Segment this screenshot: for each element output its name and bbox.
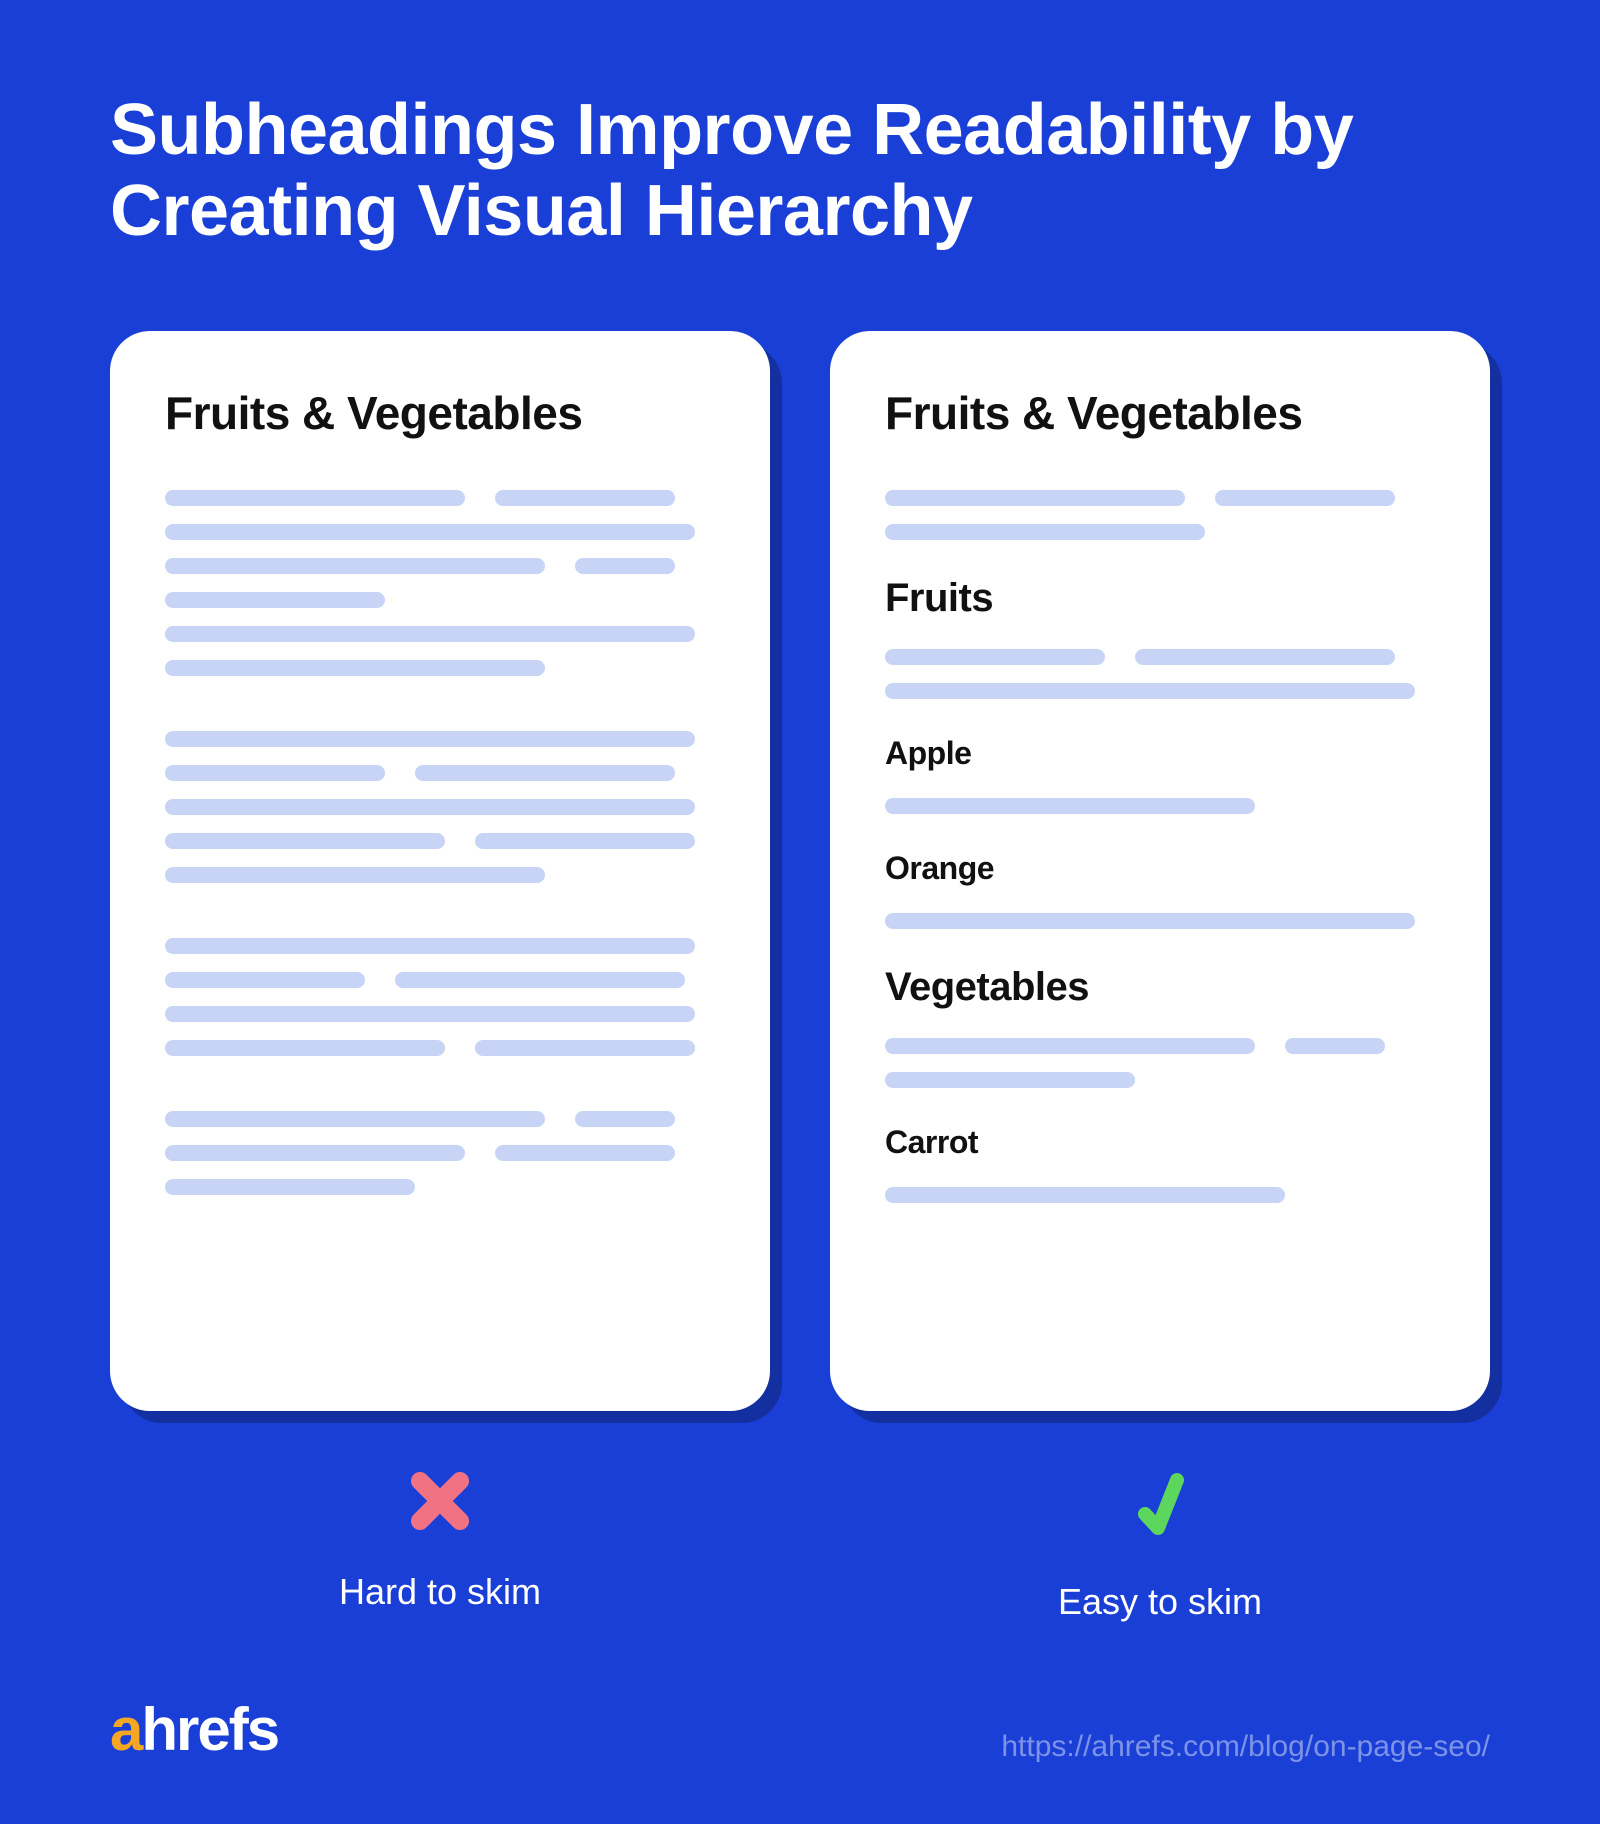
cards-row: Fruits & Vegetables	[110, 331, 1490, 1411]
cross-icon	[405, 1466, 475, 1541]
check-icon	[1125, 1466, 1195, 1551]
subheading-carrot: Carrot	[885, 1124, 1435, 1161]
text-placeholder-block	[165, 938, 715, 1056]
section-fruits: Fruits	[885, 576, 1435, 699]
card-hard-to-skim: Fruits & Vegetables	[110, 331, 770, 1411]
indicator-right: Easy to skim	[830, 1466, 1490, 1623]
card-easy-to-skim: Fruits & Vegetables Fruits Apple Orange …	[830, 331, 1490, 1411]
page-title: Subheadings Improve Readability by Creat…	[110, 90, 1490, 251]
text-placeholder-block	[165, 1111, 715, 1195]
card-title-right: Fruits & Vegetables	[885, 386, 1435, 440]
indicator-row: Hard to skim Easy to skim	[110, 1466, 1490, 1623]
section-apple: Apple	[885, 735, 1435, 814]
logo-rest: hrefs	[141, 1695, 278, 1764]
ahrefs-logo: ahrefs	[110, 1695, 278, 1764]
section-carrot: Carrot	[885, 1124, 1435, 1203]
subheading-vegetables: Vegetables	[885, 965, 1435, 1010]
intro-placeholder	[885, 490, 1435, 540]
indicator-label-left: Hard to skim	[110, 1571, 770, 1613]
subheading-orange: Orange	[885, 850, 1435, 887]
footer: ahrefs https://ahrefs.com/blog/on-page-s…	[110, 1695, 1490, 1764]
card-title-left: Fruits & Vegetables	[165, 386, 715, 440]
logo-letter-a: a	[110, 1695, 141, 1764]
section-orange: Orange	[885, 850, 1435, 929]
indicator-left: Hard to skim	[110, 1466, 770, 1623]
text-placeholder-block	[165, 731, 715, 883]
text-placeholder-block	[165, 490, 715, 676]
subheading-fruits: Fruits	[885, 576, 1435, 621]
subheading-apple: Apple	[885, 735, 1435, 772]
footer-url: https://ahrefs.com/blog/on-page-seo/	[1001, 1730, 1490, 1764]
section-vegetables: Vegetables	[885, 965, 1435, 1088]
indicator-label-right: Easy to skim	[830, 1581, 1490, 1623]
